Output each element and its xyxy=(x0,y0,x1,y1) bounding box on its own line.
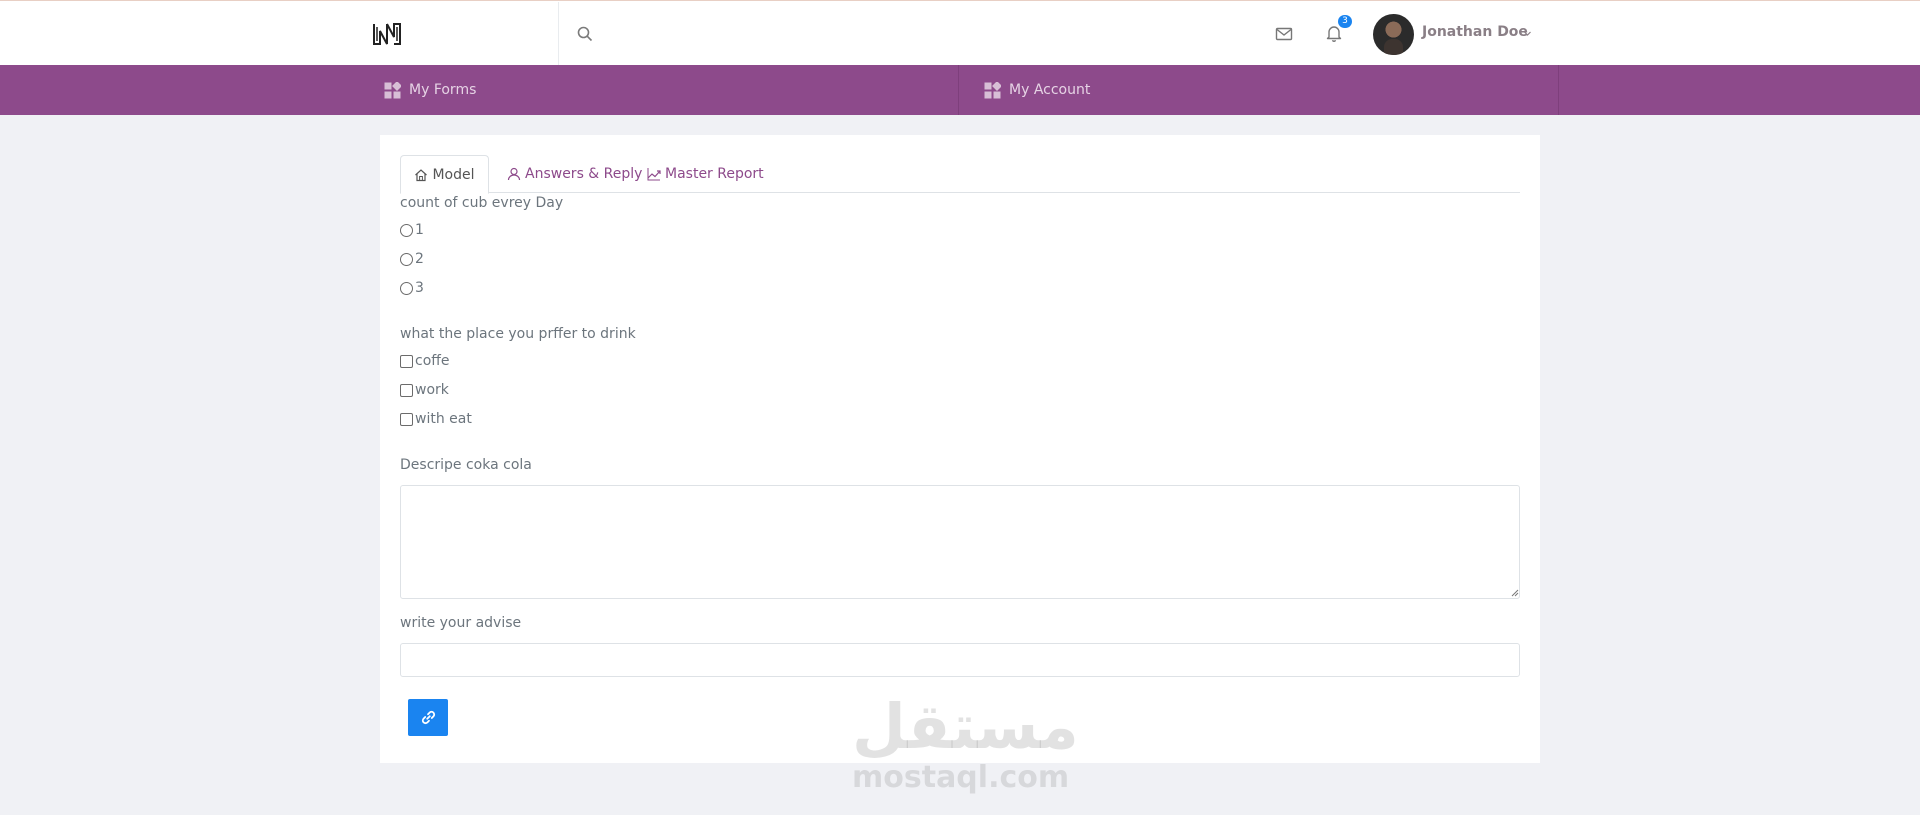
mail-icon[interactable] xyxy=(1274,24,1294,44)
option-label: coffe xyxy=(415,353,450,369)
radio-option[interactable]: 3 xyxy=(400,280,424,296)
checkbox[interactable] xyxy=(400,412,413,426)
link-icon xyxy=(421,710,435,725)
header-divider xyxy=(558,2,559,66)
search-input[interactable] xyxy=(600,15,1200,51)
radio-button[interactable] xyxy=(400,252,413,266)
checkbox-option[interactable]: with eat xyxy=(400,411,472,427)
tab-bar: Model Answers & Reply Master Report xyxy=(400,155,1520,194)
radio-option[interactable]: 2 xyxy=(400,251,424,267)
nav-divider xyxy=(1558,65,1559,115)
grid-icon xyxy=(984,81,1001,98)
user-icon xyxy=(507,167,521,181)
option-label: 2 xyxy=(415,251,424,267)
notification-badge: 3 xyxy=(1338,15,1352,28)
watermark-latin: mostaql.com xyxy=(852,760,1070,795)
radio-option[interactable]: 1 xyxy=(400,222,424,238)
checkbox-option[interactable]: coffe xyxy=(400,353,450,369)
nav-item-label: My Forms xyxy=(409,82,477,98)
watermark-arabic: مستقل xyxy=(852,690,1079,763)
nav-item-my-forms[interactable]: My Forms xyxy=(384,65,476,115)
submit-link-button[interactable] xyxy=(408,699,448,736)
main-nav: My Forms My Account xyxy=(0,65,1920,115)
chart-line-icon xyxy=(647,168,661,181)
chevron-down-icon[interactable] xyxy=(1523,29,1532,38)
tab-master-report[interactable]: Master Report xyxy=(647,155,764,193)
tab-label: Master Report xyxy=(665,166,764,182)
logo-icon[interactable] xyxy=(372,21,402,47)
radio-button[interactable] xyxy=(400,281,413,295)
description-textarea[interactable] xyxy=(400,485,1520,599)
top-header: 3 Jonathan Doe xyxy=(0,0,1920,66)
nav-item-label: My Account xyxy=(1009,82,1091,98)
option-label: 3 xyxy=(415,280,424,296)
option-label: with eat xyxy=(415,411,472,427)
checkbox[interactable] xyxy=(400,383,413,397)
resize-grip-icon[interactable] xyxy=(1511,589,1519,597)
tab-label: Model xyxy=(432,166,475,183)
form-card: Model Answers & Reply Master Report coun… xyxy=(380,135,1540,763)
home-icon xyxy=(415,168,428,181)
tab-answers-reply[interactable]: Answers & Reply xyxy=(507,155,642,193)
checkbox-option[interactable]: work xyxy=(400,382,449,398)
option-label: work xyxy=(415,382,449,398)
advise-input[interactable] xyxy=(400,643,1520,677)
radio-button[interactable] xyxy=(400,223,413,237)
nav-item-my-account[interactable]: My Account xyxy=(984,65,1090,115)
question-label: Descripe coka cola xyxy=(400,457,532,473)
nav-divider xyxy=(958,65,959,115)
question-label: what the place you prffer to drink xyxy=(400,326,636,342)
question-label: write your advise xyxy=(400,615,522,631)
question-label: count of cub evrey Day xyxy=(400,195,564,211)
avatar[interactable] xyxy=(1373,14,1414,55)
option-label: 1 xyxy=(415,222,424,238)
tab-model[interactable]: Model xyxy=(400,155,489,194)
user-name[interactable]: Jonathan Doe xyxy=(1422,24,1528,40)
search-icon[interactable] xyxy=(576,25,594,43)
grid-icon xyxy=(384,81,401,98)
checkbox[interactable] xyxy=(400,354,413,368)
tab-label: Answers & Reply xyxy=(525,166,643,182)
